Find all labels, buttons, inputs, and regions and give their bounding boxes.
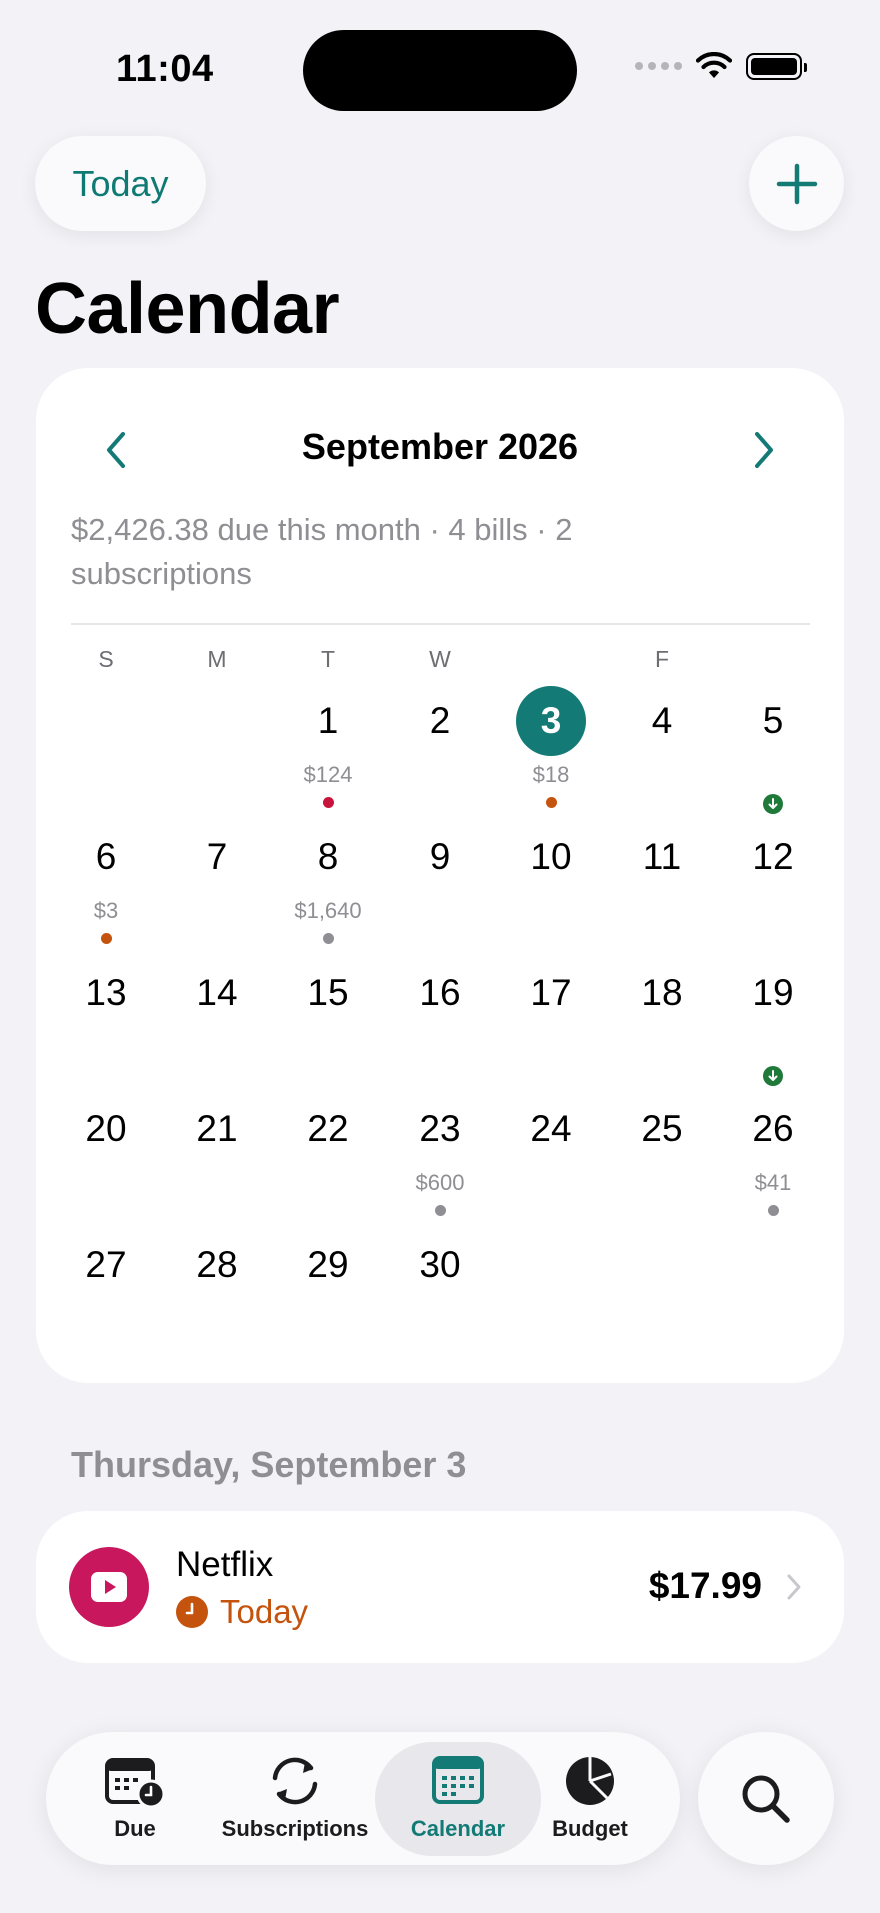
- day-2[interactable]: 2: [390, 700, 490, 742]
- today-button[interactable]: Today: [35, 136, 206, 231]
- day-13[interactable]: 13: [56, 972, 156, 1014]
- day-20[interactable]: 20: [56, 1108, 156, 1150]
- search-button[interactable]: [698, 1732, 834, 1865]
- scheduled-dot: [768, 1205, 779, 1216]
- day-14[interactable]: 14: [167, 972, 267, 1014]
- day-21[interactable]: 21: [167, 1108, 267, 1150]
- tab-due[interactable]: Due: [80, 1742, 190, 1856]
- status-time: 11:04: [116, 48, 214, 90]
- day-24[interactable]: 24: [501, 1108, 601, 1150]
- tab-subscriptions-label: Subscriptions: [221, 1816, 369, 1841]
- battery-icon: [746, 52, 807, 80]
- dynamic-island: [303, 30, 577, 111]
- day-17[interactable]: 17: [501, 972, 601, 1014]
- status-icons: [635, 52, 807, 80]
- day-9[interactable]: 9: [390, 836, 490, 878]
- calendar-icon: [432, 1756, 484, 1804]
- search-icon: [742, 1775, 790, 1823]
- day-26[interactable]: 26: [723, 1108, 823, 1150]
- weekday-sunday: S: [98, 646, 114, 672]
- arrows-cycle-icon: [272, 1757, 318, 1805]
- day-10[interactable]: 10: [501, 836, 601, 878]
- weekday-friday: F: [654, 646, 670, 672]
- month-title: September 2026: [301, 426, 579, 467]
- day-8[interactable]: 8: [278, 836, 378, 878]
- clock-icon: [176, 1596, 208, 1628]
- scheduled-dot: [323, 933, 334, 944]
- page-title: Calendar: [35, 269, 340, 349]
- income-arrow-icon: [763, 794, 783, 814]
- day-23-amount: $600: [415, 1170, 465, 1195]
- day-27[interactable]: 27: [56, 1244, 156, 1286]
- tab-calendar-label: Calendar: [410, 1816, 506, 1841]
- play-icon: [91, 1572, 127, 1602]
- day-7[interactable]: 7: [167, 836, 267, 878]
- day-3-selected[interactable]: 3: [516, 686, 586, 756]
- day-11[interactable]: 11: [612, 836, 712, 878]
- day-22[interactable]: 22: [278, 1108, 378, 1150]
- day-23[interactable]: 23: [390, 1108, 490, 1150]
- next-month-button[interactable]: [744, 428, 784, 472]
- wifi-icon: [696, 52, 732, 78]
- day-30[interactable]: 30: [390, 1244, 490, 1286]
- bill-due-label: Today: [220, 1593, 309, 1630]
- chevron-left-icon: [107, 432, 125, 468]
- cellular-signal-icon: [635, 62, 682, 70]
- tab-calendar[interactable]: Calendar: [375, 1742, 541, 1856]
- day-1[interactable]: 1: [278, 700, 378, 742]
- tab-budget-label: Budget: [552, 1816, 628, 1841]
- month-summary: $2,426.38 due this month · 4 bills · 2 s…: [71, 512, 573, 591]
- day-4[interactable]: 4: [612, 700, 712, 742]
- day-15[interactable]: 15: [278, 972, 378, 1014]
- divider: [71, 623, 810, 625]
- add-button[interactable]: [749, 136, 844, 231]
- calendar-clock-icon: [105, 1758, 166, 1808]
- weekday-wednesday: W: [429, 646, 451, 672]
- weekday-monday: M: [207, 646, 227, 672]
- day-18[interactable]: 18: [612, 972, 712, 1014]
- day-6-amount: $3: [93, 898, 119, 923]
- netflix-logo: [69, 1547, 149, 1627]
- day-1-amount: $124: [303, 762, 353, 787]
- day-5[interactable]: 5: [723, 700, 823, 742]
- day-25[interactable]: 25: [612, 1108, 712, 1150]
- tab-due-label: Due: [114, 1816, 156, 1841]
- bill-amount: $17.99: [648, 1565, 762, 1606]
- selected-date-heading: Thursday, September 3: [71, 1444, 467, 1485]
- day-19[interactable]: 19: [723, 972, 823, 1014]
- overdue-dot: [323, 797, 334, 808]
- income-arrow-icon: [763, 1066, 783, 1086]
- bill-due-status: Today: [176, 1593, 308, 1631]
- day-16[interactable]: 16: [390, 972, 490, 1014]
- day-26-amount: $41: [754, 1170, 792, 1195]
- due-soon-dot: [101, 933, 112, 944]
- due-soon-dot: [546, 797, 557, 808]
- pie-chart-icon: [566, 1757, 614, 1805]
- day-28[interactable]: 28: [167, 1244, 267, 1286]
- day-6[interactable]: 6: [56, 836, 156, 878]
- day-8-amount: $1,640: [294, 898, 362, 923]
- day-29[interactable]: 29: [278, 1244, 378, 1286]
- bill-name: Netflix: [176, 1545, 274, 1584]
- chevron-right-icon: [755, 432, 773, 468]
- tab-budget[interactable]: Budget: [540, 1742, 640, 1856]
- tab-subscriptions[interactable]: Subscriptions: [212, 1742, 378, 1856]
- weekday-tuesday: T: [320, 646, 336, 672]
- plus-icon: [776, 163, 817, 204]
- day-12[interactable]: 12: [723, 836, 823, 878]
- previous-month-button[interactable]: [96, 428, 136, 472]
- day-3-amount: $18: [532, 762, 570, 787]
- chevron-right-icon: [786, 1573, 802, 1606]
- scheduled-dot: [435, 1205, 446, 1216]
